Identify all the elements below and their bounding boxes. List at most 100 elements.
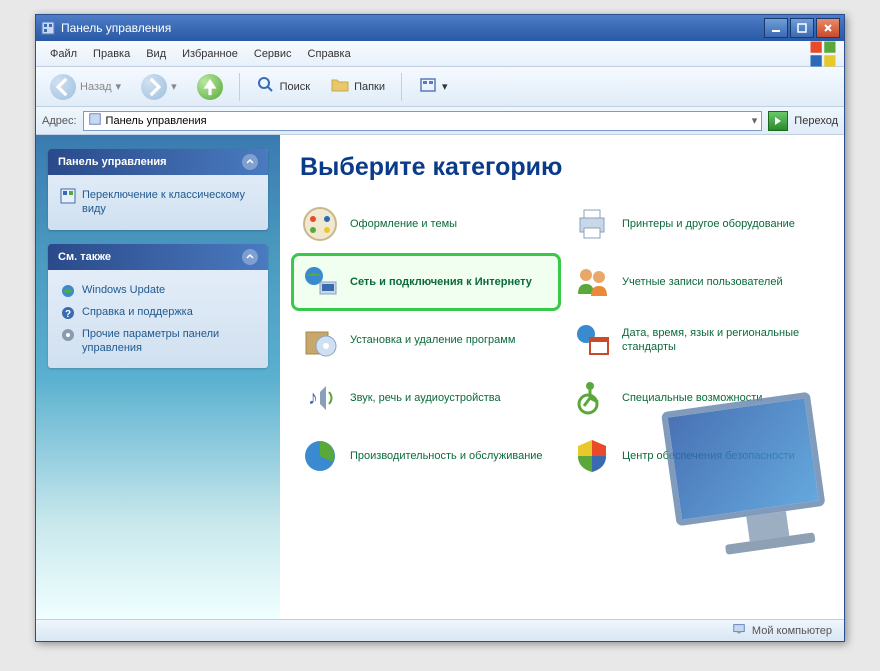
network-icon xyxy=(300,262,340,302)
menu-edit[interactable]: Правка xyxy=(85,45,138,63)
item-label: Переключение к классическому виду xyxy=(82,188,256,217)
svg-text:?: ? xyxy=(65,309,71,320)
back-label: Назад xyxy=(80,81,112,93)
address-input[interactable]: Панель управления ▾ xyxy=(83,111,763,131)
status-text: Мой компьютер xyxy=(752,625,832,637)
folders-button[interactable]: Папки xyxy=(322,71,393,102)
search-label: Поиск xyxy=(280,81,310,93)
collapse-icon[interactable] xyxy=(242,249,258,265)
category-users[interactable]: Учетные записи пользователей xyxy=(572,262,824,302)
views-icon xyxy=(418,75,438,98)
shield-icon xyxy=(572,436,612,476)
item-label: Справка и поддержка xyxy=(82,305,193,319)
panel-header[interactable]: Панель управления xyxy=(48,149,268,175)
back-icon xyxy=(50,74,76,100)
printer-icon xyxy=(572,204,612,244)
category-accessibility[interactable]: Специальные возможности xyxy=(572,378,824,418)
separator xyxy=(239,73,240,101)
category-security[interactable]: Центр обеспечения безопасности xyxy=(572,436,824,476)
folders-icon xyxy=(330,75,350,98)
up-button[interactable] xyxy=(189,70,231,104)
item-label: Windows Update xyxy=(82,283,165,297)
separator xyxy=(401,73,402,101)
panel-title: См. также xyxy=(58,251,111,263)
page-title: Выберите категорию xyxy=(300,153,824,182)
collapse-icon[interactable] xyxy=(242,154,258,170)
switch-classic-view[interactable]: Переключение к классическому виду xyxy=(60,185,256,220)
up-icon xyxy=(197,74,223,100)
panel-control-panel: Панель управления Переключение к классич… xyxy=(48,149,268,230)
titlebar[interactable]: Панель управления xyxy=(36,15,844,41)
dropdown-icon: ▾ xyxy=(171,80,177,93)
category-label: Центр обеспечения безопасности xyxy=(622,449,795,463)
statusbar: Мой компьютер xyxy=(36,619,844,641)
accessibility-icon xyxy=(572,378,612,418)
users-icon xyxy=(572,262,612,302)
panel-see-also: См. также Windows Update ? Справка и под… xyxy=(48,244,268,369)
folders-label: Папки xyxy=(354,81,385,93)
maximize-button[interactable] xyxy=(790,18,814,38)
menu-view[interactable]: Вид xyxy=(138,45,174,63)
toolbar: Назад ▾ ▾ Поиск Папки ▾ xyxy=(36,67,844,107)
item-label: Прочие параметры панели управления xyxy=(82,327,256,356)
cp-icon xyxy=(60,188,76,204)
cp-icon xyxy=(88,112,102,129)
menu-tools[interactable]: Сервис xyxy=(246,45,300,63)
menu-file[interactable]: Файл xyxy=(42,45,85,63)
windows-logo-icon xyxy=(808,44,838,64)
clock-globe-icon xyxy=(572,320,612,360)
help-icon: ? xyxy=(60,305,76,321)
category-label: Учетные записи пользователей xyxy=(622,275,783,289)
category-performance[interactable]: Производительность и обслуживание xyxy=(300,436,552,476)
menu-favorites[interactable]: Избранное xyxy=(174,45,246,63)
address-label: Адрес: xyxy=(42,115,77,127)
panel-header[interactable]: См. также xyxy=(48,244,268,270)
forward-icon xyxy=(141,74,167,100)
category-label: Звук, речь и аудиоустройства xyxy=(350,391,501,405)
window-title: Панель управления xyxy=(61,21,764,35)
gear-icon xyxy=(60,327,76,343)
dropdown-icon[interactable]: ▾ xyxy=(752,114,758,127)
chart-icon xyxy=(300,436,340,476)
close-button[interactable] xyxy=(816,18,840,38)
category-label: Специальные возможности xyxy=(622,391,762,405)
views-button[interactable]: ▾ xyxy=(410,71,456,102)
help-support[interactable]: ? Справка и поддержка xyxy=(60,302,256,324)
addressbar: Адрес: Панель управления ▾ Переход xyxy=(36,107,844,135)
category-label: Производительность и обслуживание xyxy=(350,449,543,463)
menu-help[interactable]: Справка xyxy=(300,45,359,63)
search-icon xyxy=(256,75,276,98)
control-panel-window: Панель управления Файл Правка Вид Избран… xyxy=(35,14,845,642)
category-add-remove[interactable]: Установка и удаление программ xyxy=(300,320,552,360)
globe-icon xyxy=(60,283,76,299)
category-label: Принтеры и другое оборудование xyxy=(622,217,795,231)
category-label: Оформление и темы xyxy=(350,217,457,231)
dropdown-icon: ▾ xyxy=(116,80,122,93)
dropdown-icon: ▾ xyxy=(442,80,448,93)
computer-icon xyxy=(732,622,746,639)
palette-icon xyxy=(300,204,340,244)
cd-box-icon xyxy=(300,320,340,360)
category-printers[interactable]: Принтеры и другое оборудование xyxy=(572,204,824,244)
back-button[interactable]: Назад ▾ xyxy=(42,70,129,104)
category-sound[interactable]: ♪ Звук, речь и аудиоустройства xyxy=(300,378,552,418)
category-date-time[interactable]: Дата, время, язык и региональные стандар… xyxy=(572,320,824,360)
other-cp-options[interactable]: Прочие параметры панели управления xyxy=(60,324,256,359)
forward-button[interactable]: ▾ xyxy=(133,70,185,104)
search-button[interactable]: Поиск xyxy=(248,71,318,102)
go-button[interactable] xyxy=(768,111,788,131)
category-label: Дата, время, язык и региональные стандар… xyxy=(622,326,824,355)
menubar: Файл Правка Вид Избранное Сервис Справка xyxy=(36,41,844,67)
category-network[interactable]: Сеть и подключения к Интернету xyxy=(291,253,561,311)
go-label: Переход xyxy=(794,115,838,127)
category-appearance[interactable]: Оформление и темы xyxy=(300,204,552,244)
minimize-button[interactable] xyxy=(764,18,788,38)
main-content: Выберите категорию Оформление и темы При… xyxy=(280,135,844,619)
panel-title: Панель управления xyxy=(58,156,167,168)
svg-text:♪: ♪ xyxy=(308,387,318,409)
sidebar: Панель управления Переключение к классич… xyxy=(36,135,280,619)
windows-update[interactable]: Windows Update xyxy=(60,280,256,302)
category-label: Установка и удаление программ xyxy=(350,333,515,347)
category-label: Сеть и подключения к Интернету xyxy=(350,275,532,289)
address-value: Панель управления xyxy=(106,115,207,127)
